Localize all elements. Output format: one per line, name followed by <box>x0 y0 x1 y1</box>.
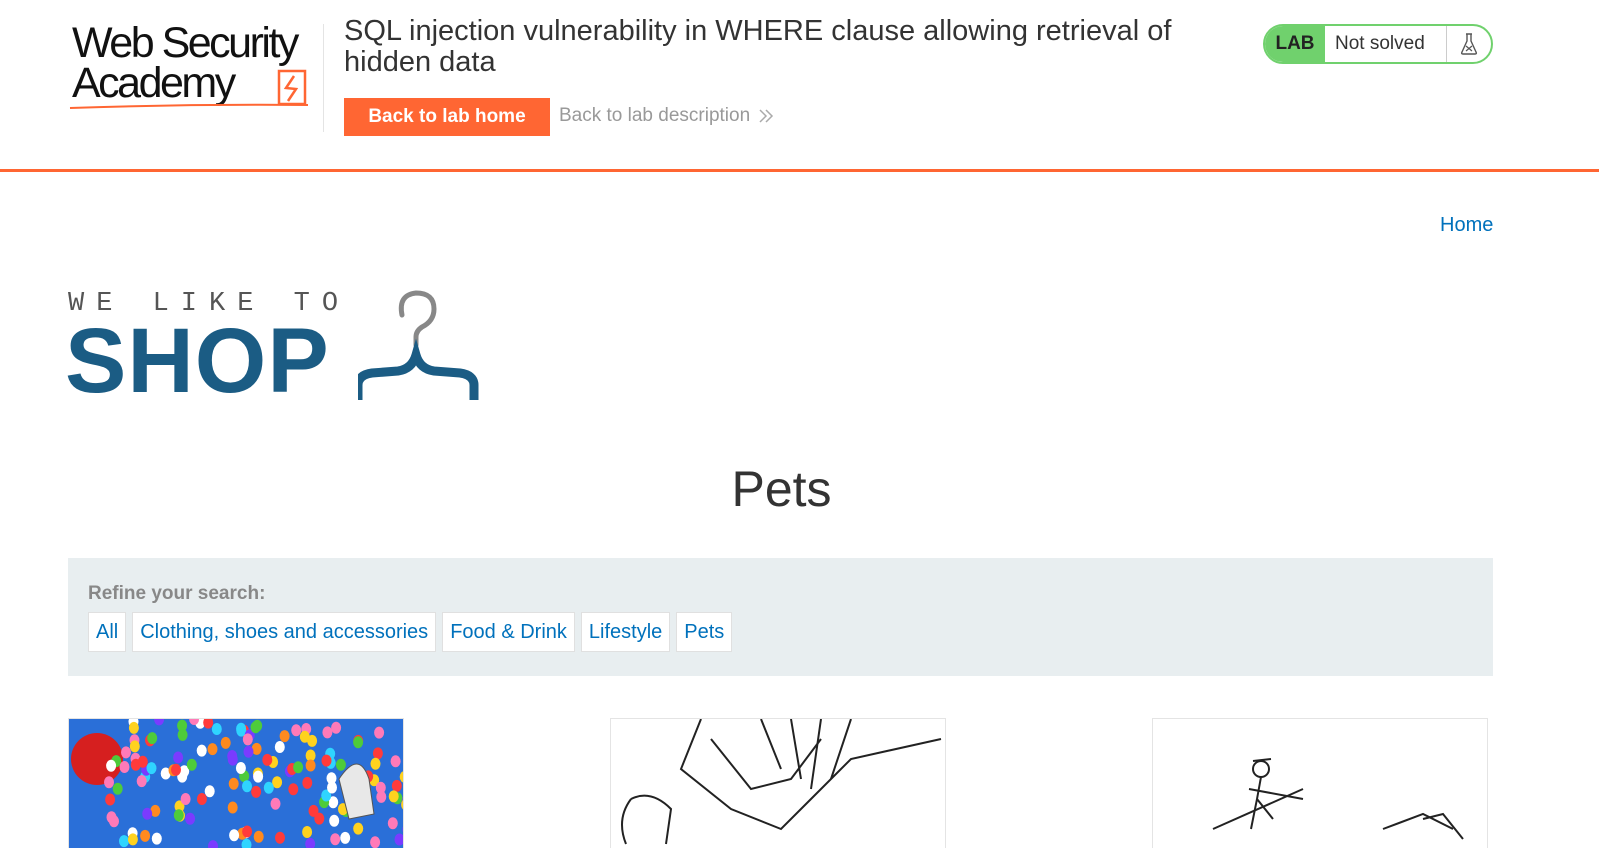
filter-pets[interactable]: Pets <box>676 612 733 652</box>
hanger-icon <box>358 290 479 400</box>
lab-tag: LAB <box>1265 26 1325 62</box>
lab-header: Web Security Academy SQL injection vulne… <box>0 0 1599 172</box>
sketch-image <box>621 719 942 845</box>
shop-logo[interactable]: WE LIKE TO SHOP <box>65 285 518 412</box>
product-card-balloons[interactable] <box>68 718 404 848</box>
filter-clothing[interactable]: Clothing, shoes and accessories <box>132 612 437 652</box>
sketch-image-2 <box>1212 758 1464 840</box>
back-to-lab-description-link[interactable]: Back to lab description <box>559 105 774 127</box>
balloons-image <box>69 719 403 848</box>
flask-icon <box>1447 26 1491 62</box>
header-divider <box>323 24 324 132</box>
filter-lifestyle[interactable]: Lifestyle <box>580 612 671 652</box>
home-link[interactable]: Home <box>1440 214 1493 237</box>
filter-food-drink[interactable]: Food & Drink <box>442 612 575 652</box>
logo-mark-icon <box>69 69 309 109</box>
product-card-sketch-2[interactable] <box>1152 718 1488 848</box>
filter-list: All Clothing, shoes and accessories Food… <box>88 612 733 652</box>
shop-logo-name: SHOP <box>65 310 330 412</box>
lab-status-widget: LAB Not solved <box>1263 24 1493 64</box>
back-to-lab-description-label: Back to lab description <box>559 105 751 126</box>
academy-logo[interactable]: Web Security Academy <box>68 20 318 112</box>
double-chevron-right-icon <box>759 109 774 123</box>
filter-panel: Refine your search: All Clothing, shoes … <box>68 558 1493 676</box>
filter-all[interactable]: All <box>88 612 127 652</box>
filter-label: Refine your search: <box>88 583 266 604</box>
back-to-lab-home-button[interactable]: Back to lab home <box>344 98 550 136</box>
product-card-sketch-1[interactable] <box>610 718 946 848</box>
lab-title: SQL injection vulnerability in WHERE cla… <box>344 15 1172 78</box>
lab-status-text: Not solved <box>1325 26 1447 62</box>
page-heading: Pets <box>731 461 832 517</box>
